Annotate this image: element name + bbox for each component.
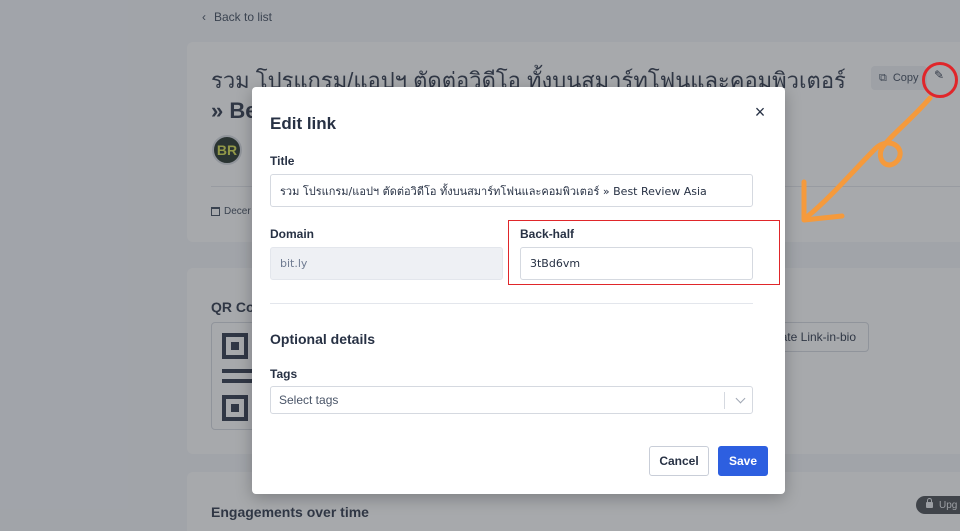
chevron-down-icon[interactable]: [735, 393, 746, 404]
edit-icon-highlight: [922, 62, 958, 98]
cancel-button[interactable]: Cancel: [649, 446, 709, 476]
domain-input: [270, 247, 503, 280]
tags-separator: [724, 392, 725, 409]
optional-details-heading: Optional details: [270, 331, 376, 347]
annotation-arrow-icon: [801, 95, 933, 223]
tags-label: Tags: [270, 367, 298, 381]
modal-title: Edit link: [270, 114, 337, 133]
tags-select[interactable]: Select tags: [270, 386, 753, 414]
back-half-highlight: [508, 220, 780, 285]
modal-divider: [270, 303, 753, 304]
title-input[interactable]: [270, 174, 753, 207]
edit-link-modal: Edit link × Title Domain Back-half Optio…: [252, 87, 785, 494]
close-icon[interactable]: ×: [751, 103, 769, 121]
domain-label: Domain: [270, 227, 315, 241]
tags-placeholder: Select tags: [279, 393, 339, 407]
title-label: Title: [270, 154, 295, 168]
save-button[interactable]: Save: [718, 446, 768, 476]
